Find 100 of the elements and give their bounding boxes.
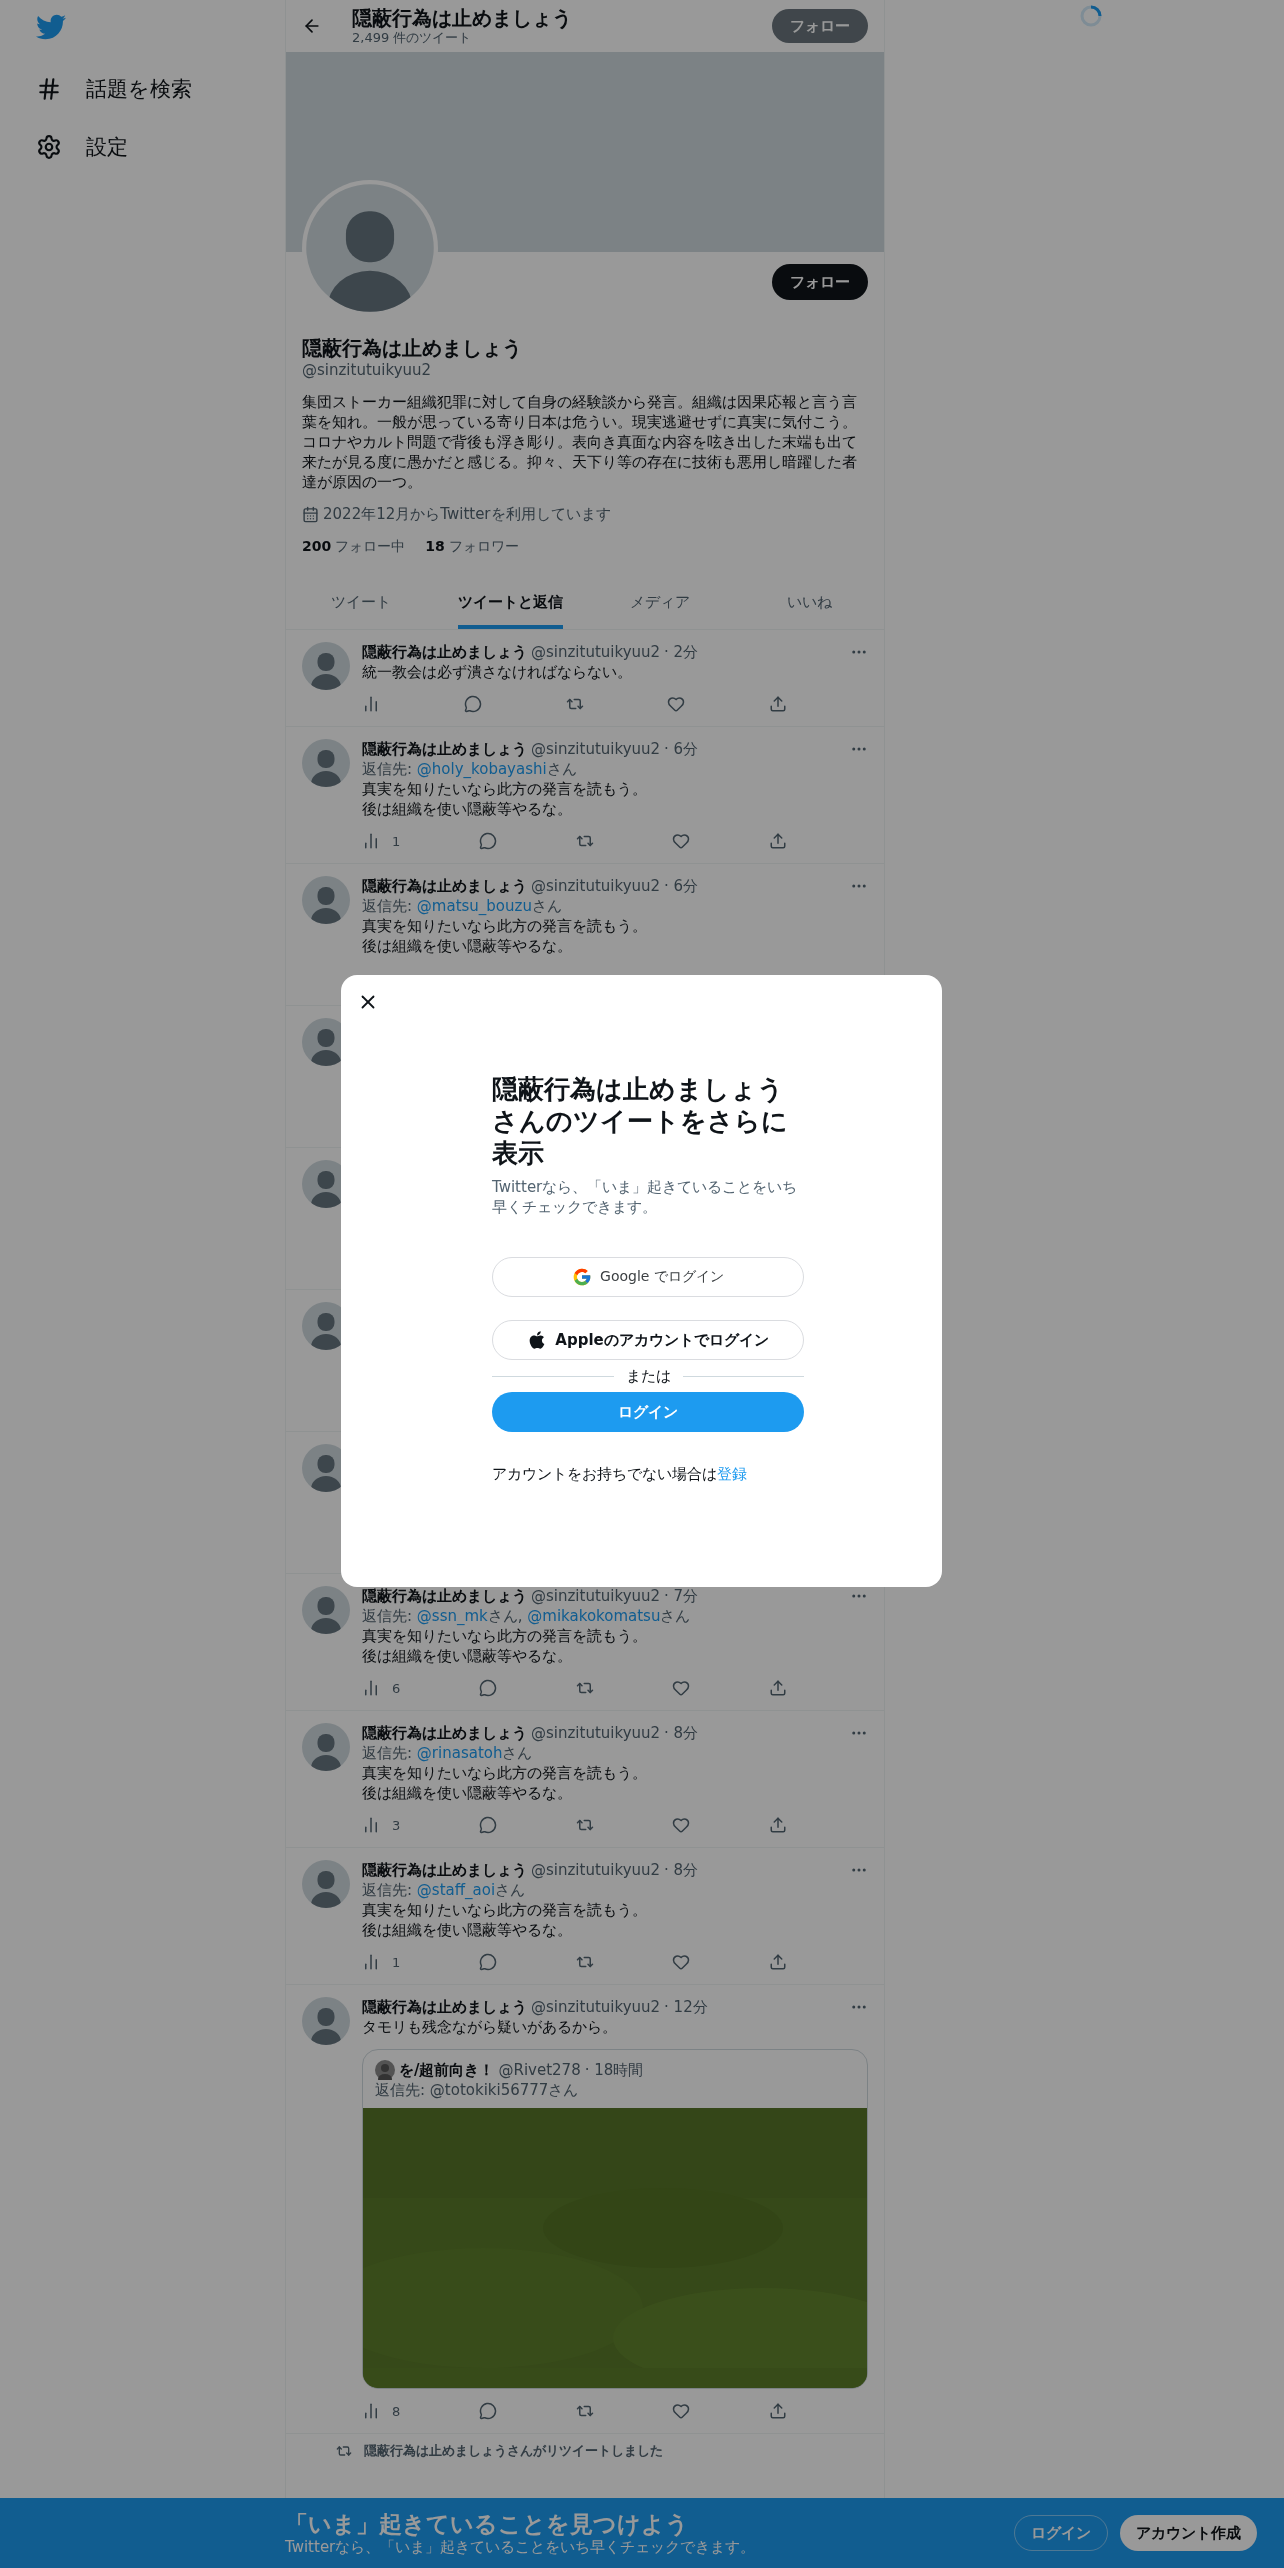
settings-icon [36,134,62,160]
apple-login-button[interactable]: Appleのアカウントでログイン [492,1320,804,1360]
tweet-text: 後は組織を使い隠蔽等やるな。 [362,936,573,956]
author-handle: @sinzitutuikyuu2 [531,642,661,662]
chart-icon [362,695,380,713]
profile-tab[interactable]: いいね [734,576,884,629]
tweet-text: 真実を知りたいなら此方の発言を読もう。 [362,1900,648,1920]
nav-item[interactable]: 設定 [36,120,128,174]
author-handle: @sinzitutuikyuu2 [531,739,661,759]
author-handle: @Rivet278 [498,2060,581,2080]
share-button[interactable] [768,1952,787,1972]
tweet-time: · 8分 [664,1723,699,1743]
profile-tab[interactable]: メディア [585,576,735,629]
follow-stat-link[interactable]: 200 フォロー中 [302,536,406,556]
tweet-text: 後は組織を使い隠蔽等やるな。 [362,799,573,819]
profile-bio: 集団ストーカー組織犯罪に対して自身の経験談から発言。組織は因果応報と言う言葉を知れ。一般が思っている寄り日本は危うい。現実逃避せずに真実に気付こう。コロナやカルト問題で背後も浮き彫り。表向き真面な内容を呟き出した末端も出て来たが見る度に愚かだと感じる。抑々、天下り等の存在に技術も悪用し暗躍した者達が原因の一つ。 [302,392,858,492]
tweet-count: 2,499 件のツイート [352,30,473,46]
author-handle: @sinzitutuikyuu2 [531,1586,661,1606]
signup-button[interactable]: アカウント作成 [1120,2515,1257,2551]
profile-tab[interactable]: ツイート [286,576,436,629]
banner-subtitle: Twitterなら、「いま」起きていることをいち早くチェックできます。 [285,2538,757,2556]
divider-text: または [625,1366,671,1386]
share-button[interactable] [768,831,787,851]
chart-icon [362,832,380,850]
tweet-text: 後は組織を使い隠蔽等やるな。 [362,1646,573,1666]
like-button[interactable] [667,694,686,714]
retweet-note: 隠蔽行為は止めましょうさんがリツイートしました [364,2442,663,2460]
follow-button[interactable]: フォロー [772,9,868,43]
header-title: 隠蔽行為は止めましょう [352,6,573,30]
views-button[interactable]: 3 [362,1815,401,1835]
reply-to-line: 返信先: @staff_aoiさん [362,1880,527,1900]
tweet-time: · 8分 [664,1860,699,1880]
views-button[interactable]: 6 [362,1678,401,1698]
tweet-text: 真実を知りたいなら此方の発言を読もう。 [362,1763,648,1783]
views-button[interactable]: 1 [362,831,401,851]
loading-spinner-icon [1079,4,1103,28]
hash-icon [36,76,62,102]
author-handle: @sinzitutuikyuu2 [531,1860,661,1880]
author-name[interactable]: 隠蔽行為は止めましょう [362,1860,527,1880]
author-name[interactable]: 隠蔽行為は止めましょう [362,642,527,662]
chart-icon [362,2402,380,2420]
signup-prompt: アカウントをお持ちでない場合は登録 [492,1464,748,1484]
profile-name: 隠蔽行為は止めましょう [302,336,523,360]
retweet-icon [336,2443,352,2459]
author-name[interactable]: 隠蔽行為は止めましょう [362,739,527,759]
mention-link[interactable]: @staff_aoi [416,1881,496,1899]
share-button[interactable] [769,694,787,714]
author-name[interactable]: 隠蔽行為は止めましょう [362,1997,527,2017]
follow-button[interactable]: フォロー [772,264,868,300]
quoted-tweet[interactable]: を/超前向き！ @Rivet278 · 18時間 返信先: @totokiki56777さん [362,2049,868,2389]
mention-link[interactable]: @ssn_mk [416,1607,488,1625]
author-name[interactable]: 隠蔽行為は止めましょう [362,876,527,896]
tweet-text: 後は組織を使い隠蔽等やるな。 [362,1783,573,1803]
join-date: 2022年12月からTwitterを利用しています [323,504,611,524]
login-button[interactable]: ログイン [492,1392,804,1432]
like-button[interactable] [672,1815,691,1835]
tweet-text: 真実を知りたいなら此方の発言を読もう。 [362,916,648,936]
reply-button[interactable] [478,1678,497,1698]
signup-link[interactable]: 登録 [717,1465,747,1483]
reply-to-line: 返信先: @totokiki56777さん [375,2080,580,2100]
reply-to-line: 返信先: @rinasatohさん [362,1743,534,1763]
dialog-title: 隠蔽行為は止めましょうさんのツイートをさらに表示 [492,1073,789,1169]
profile-tab[interactable]: ツイートと返信 [435,576,585,629]
reply-button[interactable] [478,1952,497,1972]
share-button[interactable] [768,2401,787,2421]
reply-button[interactable] [478,1815,497,1835]
author-name[interactable]: 隠蔽行為は止めましょう [362,1586,527,1606]
tweet-text: 真実を知りたいなら此方の発言を読もう。 [362,779,648,799]
mention-link[interactable]: @holy_kobayashi [416,760,547,778]
reply-button[interactable] [478,2401,497,2421]
follow-stat-link[interactable]: 18 フォロワー [425,536,519,556]
nav-item[interactable]: 話題を検索 [36,62,192,116]
like-button[interactable] [672,831,691,851]
like-button[interactable] [672,2401,691,2421]
views-button[interactable]: 1 [362,1952,401,1972]
tweet-time: · 18時間 [584,2060,644,2080]
calendar-icon [302,505,319,523]
mention-link[interactable]: @matsu_bouzu [416,897,532,915]
share-button[interactable] [768,1815,787,1835]
author-name: を/超前向き！ [399,2060,495,2080]
google-login-button[interactable]: Google でログイン [492,1257,804,1297]
mention-link[interactable]: @mikakokomatsu [527,1607,661,1625]
reply-button[interactable] [463,694,482,714]
bird-icon[interactable] [36,12,66,42]
reply-to-line: 返信先: @holy_kobayashiさん [362,759,578,779]
mention-link[interactable]: @rinasatoh [416,1744,503,1762]
reply-button[interactable] [478,831,497,851]
reply-to-line: 返信先: @matsu_bouzuさん [362,896,563,916]
like-button[interactable] [672,1678,691,1698]
views-button[interactable] [362,694,380,714]
tweet-text: 真実を知りたいなら此方の発言を読もう。 [362,1626,648,1646]
tweet-time: · 6分 [664,876,699,896]
author-name[interactable]: 隠蔽行為は止めましょう [362,1723,527,1743]
author-handle: @sinzitutuikyuu2 [531,1723,661,1743]
tweet-text: 後は組織を使い隠蔽等やるな。 [362,1920,573,1940]
share-button[interactable] [768,1678,787,1698]
dialog-subtitle: Twitterなら、「いま」起きていることをいち早くチェックできます。 [492,1177,799,1217]
like-button[interactable] [672,1952,691,1972]
views-button[interactable]: 8 [362,2401,401,2421]
profile-handle: @sinzitutuikyuu2 [302,360,433,380]
